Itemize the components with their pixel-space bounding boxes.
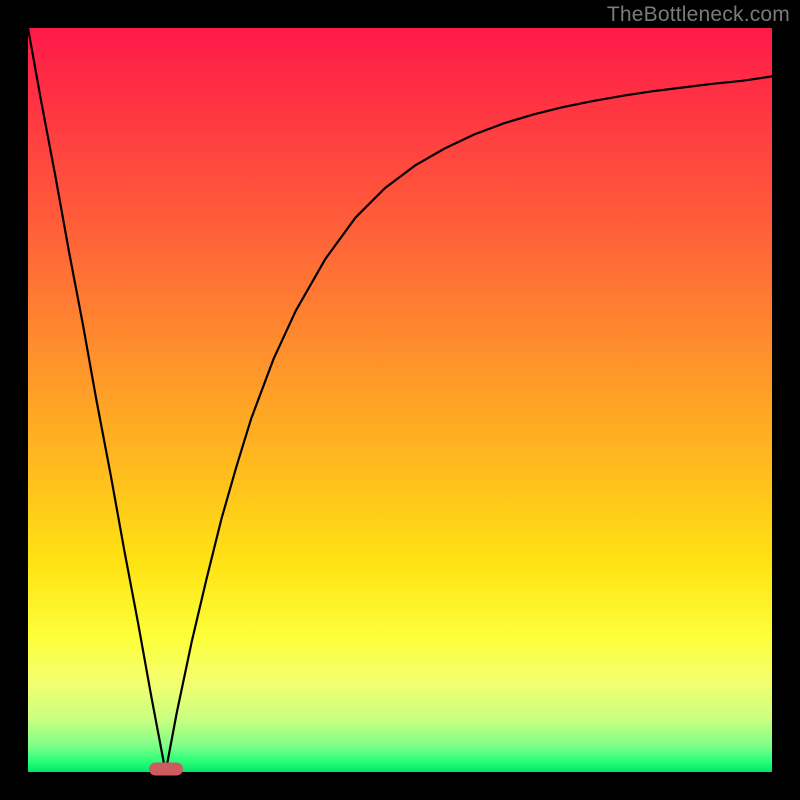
watermark-text: TheBottleneck.com	[607, 3, 790, 27]
minimum-marker	[149, 763, 183, 776]
plot-area	[28, 28, 772, 772]
bottleneck-curve-path	[28, 28, 772, 772]
chart-frame: TheBottleneck.com	[0, 0, 800, 800]
curve-svg	[28, 28, 772, 772]
